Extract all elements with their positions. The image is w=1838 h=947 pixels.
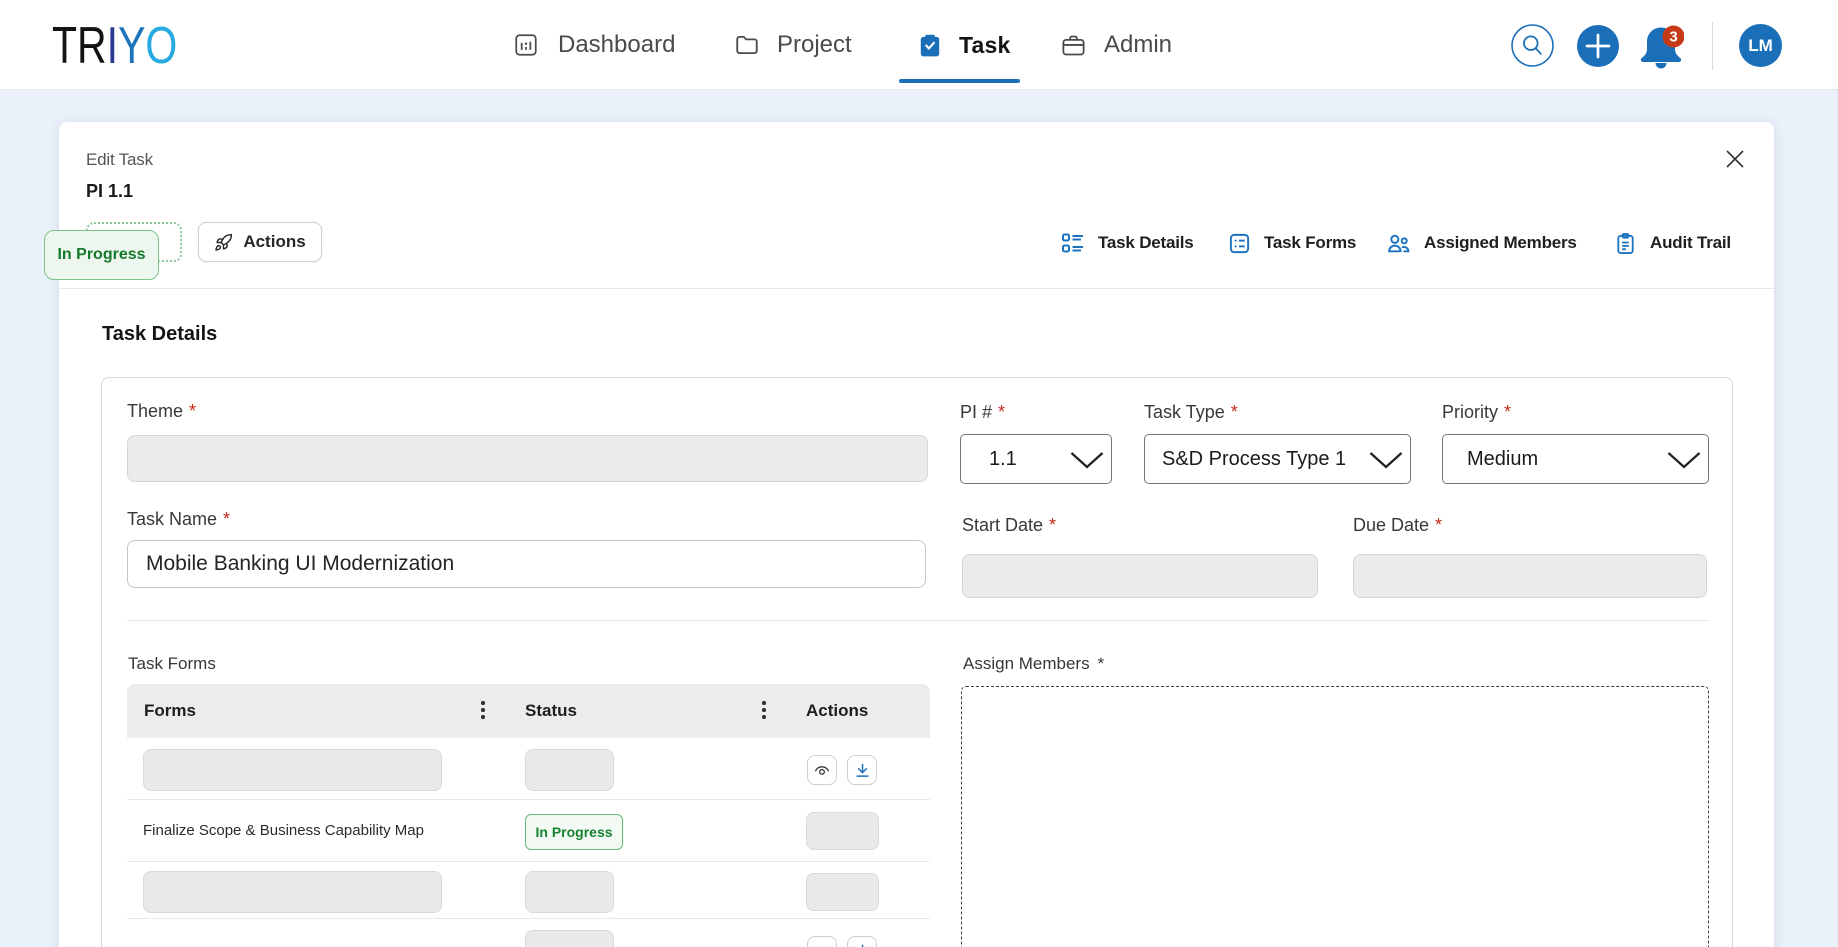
svg-text:3: 3 [1669,29,1677,46]
